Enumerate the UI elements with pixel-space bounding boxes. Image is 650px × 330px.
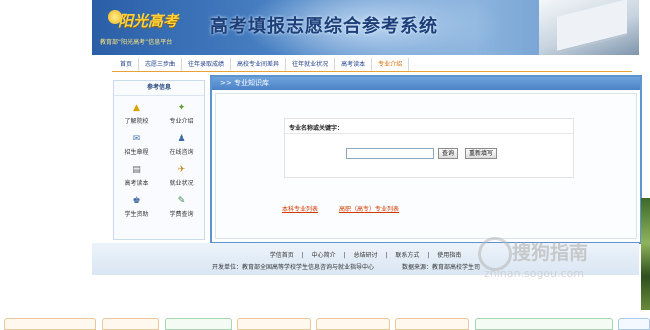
bottom-tab[interactable] — [475, 318, 613, 330]
sidebar-item-consult[interactable]: ♟ 在线咨询 — [159, 134, 204, 157]
sidebar-item-label: 招生章程 — [124, 149, 149, 156]
sidebar-item-tuition[interactable]: ✎ 学费查询 — [159, 196, 204, 219]
sidebar-item-label: 就业状况 — [169, 180, 194, 187]
sidebar-item-employment[interactable]: ✈ 就业状况 — [159, 165, 204, 188]
site-logo[interactable]: 阳光高考 教育部“阳光高考”信息平台 — [96, 6, 206, 48]
book-icon: ▤ — [132, 165, 141, 175]
panel-title: >> 专业知识库 — [212, 77, 640, 90]
nav-item-three-steps[interactable]: 志愿三步曲 — [139, 58, 183, 71]
nav-item-employment[interactable]: 往年就业状况 — [286, 58, 336, 71]
bottom-tab[interactable] — [237, 318, 311, 330]
bottom-tab[interactable] — [316, 318, 390, 330]
open-book-image — [539, 0, 639, 55]
sidebar-item-schools[interactable]: ▲ 了解院校 — [114, 103, 159, 126]
sidebar-item-label: 学费查询 — [169, 211, 194, 218]
sidebar-item-reader[interactable]: ▤ 高考读本 — [114, 165, 159, 188]
bottom-tab[interactable] — [4, 318, 96, 330]
bottom-tab[interactable] — [102, 318, 159, 330]
footer-separator: | — [343, 252, 346, 259]
footer-link-home[interactable]: 学信首页 — [270, 252, 294, 259]
nav-item-home[interactable]: 首页 — [114, 58, 140, 71]
reset-button[interactable]: 重新填写 — [465, 148, 498, 159]
footer-info: 开发单位：教育部全国高等学校学生信息咨询与就业指导中心 数据来源：教育部高校学生… — [212, 262, 480, 271]
undergrad-majors-link[interactable]: 本科专业列表 — [282, 204, 318, 213]
logo-text: 阳光高考 — [118, 12, 179, 30]
search-input[interactable] — [346, 148, 434, 159]
panel-body: 专业名称或关键字： — [215, 93, 637, 239]
consult-icon: ♟ — [177, 134, 186, 144]
sidebar-item-label: 高考读本 — [124, 180, 149, 187]
main-nav: 首页 志愿三步曲 往年录取成绩 高校专业间差异 往年就业状况 高考读本 专业介绍 — [114, 58, 454, 71]
sidebar-item-label: 学生资助 — [124, 211, 149, 218]
tuition-icon: ✎ — [177, 196, 186, 206]
sidebar: 参考信息 ▲ 了解院校 ✦ 专业介绍 ✉ 招生章程 ♟ 在线咨询 ▤ 高考读本 — [113, 80, 205, 240]
logo-subtitle: 教育部“阳光高考”信息平台 — [100, 39, 173, 46]
sidebar-item-aid[interactable]: ♚ 学生资助 — [114, 196, 159, 219]
query-button[interactable]: 查询 — [438, 148, 459, 159]
footer-organizer: 开发单位：教育部全国高等学校学生信息咨询与就业指导中心 — [212, 264, 375, 271]
footer-separator: | — [427, 252, 430, 259]
bottom-tab[interactable] — [165, 318, 232, 330]
school-icon: ▲ — [133, 103, 140, 113]
sogou-logo-icon — [478, 237, 512, 271]
header-banner: 阳光高考 教育部“阳光高考”信息平台 高考填报志愿综合参考系统 — [92, 0, 639, 55]
search-label: 专业名称或关键字： — [289, 125, 344, 132]
nav-item-past-scores[interactable]: 往年录取成绩 — [182, 58, 232, 71]
sidebar-item-label: 专业介绍 — [169, 118, 194, 125]
footer-data-source: 数据来源：教育部高校学生司 — [401, 264, 480, 271]
footer-link-about[interactable]: 中心简介 — [312, 252, 336, 259]
site-title: 高考填报志愿综合参考系统 — [210, 16, 438, 37]
footer-link-summary[interactable]: 总结研讨 — [353, 252, 377, 259]
sogou-watermark: 搜狗指南 zhinan.sogou.com — [478, 234, 638, 280]
major-icon: ✦ — [177, 103, 186, 113]
footer-separator: | — [301, 252, 304, 259]
bottom-tab-strip — [0, 318, 650, 330]
footer-link-contact[interactable]: 联系方式 — [395, 252, 419, 259]
sidebar-item-charter[interactable]: ✉ 招生章程 — [114, 134, 159, 157]
bottom-tab[interactable] — [395, 318, 469, 330]
side-photo-strip — [641, 198, 650, 310]
sidebar-item-label: 在线咨询 — [169, 149, 194, 156]
nav-item-reader[interactable]: 高考读本 — [335, 58, 373, 71]
sidebar-item-majors[interactable]: ✦ 专业介绍 — [159, 103, 204, 126]
aid-icon: ♚ — [132, 196, 141, 206]
vocational-majors-link[interactable]: 高职（高专）专业列表 — [339, 204, 399, 213]
major-knowledge-panel: >> 专业知识库 专业名称或关键字： 查询 重新填写 本科专业列表 高职（高专）… — [210, 75, 642, 244]
nav-divider — [112, 71, 632, 72]
sidebar-item-label: 了解院校 — [124, 118, 149, 125]
divider — [285, 133, 573, 134]
watermark-text: 搜狗指南 — [512, 242, 589, 264]
nav-item-major-differences[interactable]: 高校专业间差异 — [231, 58, 287, 71]
sidebar-title: 参考信息 — [114, 81, 204, 96]
nav-item-major-intro[interactable]: 专业介绍 — [372, 58, 410, 71]
bottom-tab[interactable] — [618, 318, 650, 330]
watermark-url: zhinan.sogou.com — [484, 267, 585, 280]
footer-separator: | — [385, 252, 388, 259]
charter-icon: ✉ — [132, 134, 141, 144]
footer-link-guide[interactable]: 使用指南 — [437, 252, 461, 259]
employment-icon: ✈ — [177, 165, 186, 175]
